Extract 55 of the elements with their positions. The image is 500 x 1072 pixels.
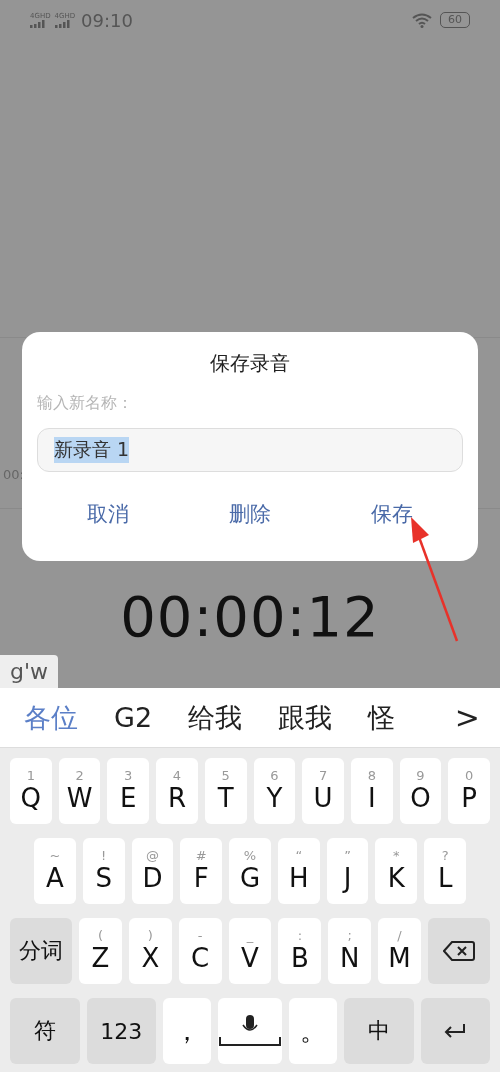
keyboard-key[interactable]: ; N — [328, 918, 372, 984]
signal-icon — [30, 20, 46, 28]
candidate-word[interactable]: 给我 — [188, 699, 243, 736]
dialog-button[interactable]: 删除 — [203, 496, 297, 532]
keyboard-key[interactable]: ” J — [326, 838, 369, 904]
keyboard-key[interactable]: ~ A — [34, 838, 76, 904]
candidate-word[interactable]: 怪 — [368, 699, 396, 736]
composition-text: g'w — [0, 655, 58, 688]
name-field[interactable]: 新录音 1 — [37, 428, 463, 472]
keyboard-key[interactable]: 4 R — [156, 758, 198, 824]
battery-level: 60 — [440, 12, 470, 28]
keyboard-key[interactable]: 123 — [86, 998, 157, 1064]
keyboard-key[interactable]: ) X — [128, 918, 172, 984]
field-label: 输入新名称： — [37, 393, 134, 414]
keyboard-key[interactable]: 3 E — [107, 758, 150, 824]
keyboard-key[interactable]: 6 Y — [253, 758, 296, 824]
keyboard-key[interactable]: 符 — [10, 998, 80, 1064]
keyboard-key[interactable]: 1 Q — [10, 758, 52, 824]
keyboard-key[interactable]: * K — [375, 838, 418, 904]
dialog-button[interactable]: 保存 — [345, 496, 439, 532]
status-time: 09:10 — [81, 9, 133, 31]
keyboard-key[interactable]: / M — [378, 918, 421, 984]
keyboard-key[interactable]: 2 W — [58, 758, 101, 824]
dialog-title: 保存录音 — [209, 350, 291, 377]
keyboard-key[interactable]: % G — [229, 838, 271, 904]
keyboard-key[interactable]: - C — [178, 918, 222, 984]
keyboard-key[interactable]: _ V — [228, 918, 272, 984]
candidate-word[interactable]: 跟我 — [278, 699, 333, 736]
wifi-icon — [412, 12, 432, 28]
keyboard-key[interactable]: ， — [163, 998, 211, 1064]
backspace-key[interactable] — [427, 918, 490, 984]
keyboard-key[interactable]: 5 T — [204, 758, 247, 824]
keyboard-key[interactable]: 9 O — [399, 758, 442, 824]
dialog-button[interactable]: 取消 — [61, 496, 155, 532]
space-key[interactable] — [218, 998, 282, 1064]
keyboard-key[interactable]: 8 I — [350, 758, 393, 824]
keyboard-key[interactable]: ( Z — [79, 918, 122, 984]
keyboard-key[interactable]: 。 — [289, 998, 337, 1064]
signal-icon — [54, 20, 71, 28]
keyboard-key[interactable]: 分词 — [10, 918, 73, 984]
recording-timer: 00:00:12 — [119, 584, 381, 649]
candidate-word[interactable]: G2 — [114, 702, 153, 733]
keyboard-key[interactable]: “ H — [277, 838, 320, 904]
keyboard-key[interactable]: 7 U — [302, 758, 344, 824]
keyboard-key[interactable]: @ D — [131, 838, 174, 904]
keyboard-key[interactable]: # F — [180, 838, 223, 904]
keyboard-key[interactable]: ! S — [82, 838, 125, 904]
keyboard-key[interactable]: 中 — [343, 998, 414, 1064]
keyboard-key[interactable]: : B — [278, 918, 322, 984]
keyboard-key[interactable]: ? L — [424, 838, 467, 904]
backspace-icon — [442, 940, 475, 962]
microphone-space-icon — [218, 1013, 282, 1049]
candidate-word[interactable]: 各位 — [24, 699, 78, 736]
more-candidates-button[interactable]: > — [454, 700, 480, 735]
keyboard-key[interactable]: 0 P — [448, 758, 491, 824]
